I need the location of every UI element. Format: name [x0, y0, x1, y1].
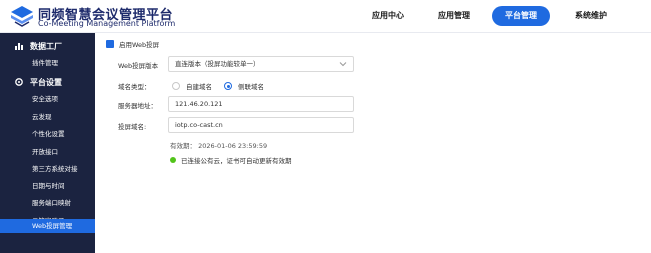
sidebar-group-platform-settings[interactable]: 平台设置 [0, 75, 95, 91]
checkmark-icon [107, 48, 113, 54]
sidebar-item-plugin-management[interactable]: 插件管理 [0, 56, 95, 70]
topnav-system-maintenance[interactable]: 系统维护 [560, 6, 622, 26]
cast-domain-input[interactable]: iotp.co-cast.cn [168, 117, 354, 133]
sidebar-item-security[interactable]: 安全选项 [0, 92, 95, 106]
version-select[interactable]: 直连版本（投屏功能较单一） [168, 56, 354, 72]
top-header: 同频智慧会议管理平台 Co-Meeting Management Platfor… [0, 0, 651, 33]
version-select-value: 直连版本（投屏功能较单一） [175, 60, 260, 68]
sidebar-group-label: 数据工厂 [30, 42, 62, 51]
chart-icon [15, 43, 23, 50]
sidebar: 数据工厂 插件管理 平台设置 安全选项 云发现 个性化设置 开放接口 第三方系统… [0, 33, 95, 253]
server-address-input[interactable]: 121.46.20.121 [168, 96, 354, 112]
domain-type-label: 域名类型： [118, 83, 151, 91]
sidebar-item-port-mapping[interactable]: 服务端口映射 [0, 196, 95, 210]
radio-side-domain-label: 侧联域名 [238, 83, 264, 91]
enable-web-cast-checkbox[interactable] [106, 40, 114, 54]
radio-side-domain[interactable] [224, 82, 232, 90]
sidebar-group-label: 平台设置 [30, 78, 62, 87]
sidebar-item-third-party[interactable]: 第三方系统对接 [0, 162, 95, 176]
sidebar-item-web-cast[interactable]: Web投屏管理 [0, 219, 95, 233]
cast-domain-label: 投屏域名: [118, 123, 147, 131]
brand-subtitle: Co-Meeting Management Platform [38, 19, 176, 28]
main-content: 启用Web投屏 Web投屏版本 直连版本（投屏功能较单一） 域名类型： 自建域名… [95, 33, 651, 253]
enable-web-cast-label: 启用Web投屏 [119, 41, 160, 49]
settings-icon [15, 78, 23, 86]
version-label: Web投屏版本 [118, 62, 159, 70]
chevron-down-icon [339, 62, 347, 67]
valid-until-text: 有效期： 2026-01-06 23:59:59 [170, 142, 268, 150]
sidebar-item-personalization[interactable]: 个性化设置 [0, 127, 95, 141]
sidebar-item-cloud-discovery[interactable]: 云发现 [0, 110, 95, 124]
topnav-platform-management[interactable]: 平台管理 [492, 6, 550, 26]
radio-self-built-domain-label: 自建域名 [186, 83, 212, 91]
logo-icon [11, 6, 33, 27]
status-text: 已连接公有云，证书可自动更新有效期 [181, 157, 292, 165]
topnav-app-center[interactable]: 应用中心 [357, 6, 419, 26]
status-ok-icon [170, 157, 176, 163]
sidebar-item-date-time[interactable]: 日期与时间 [0, 179, 95, 193]
sidebar-item-open-api[interactable]: 开放接口 [0, 145, 95, 159]
topnav-app-management[interactable]: 应用管理 [423, 6, 485, 26]
sidebar-group-data-factory[interactable]: 数据工厂 [0, 39, 95, 55]
server-address-label: 服务器地址： [118, 102, 157, 110]
radio-self-built-domain[interactable] [172, 82, 180, 90]
